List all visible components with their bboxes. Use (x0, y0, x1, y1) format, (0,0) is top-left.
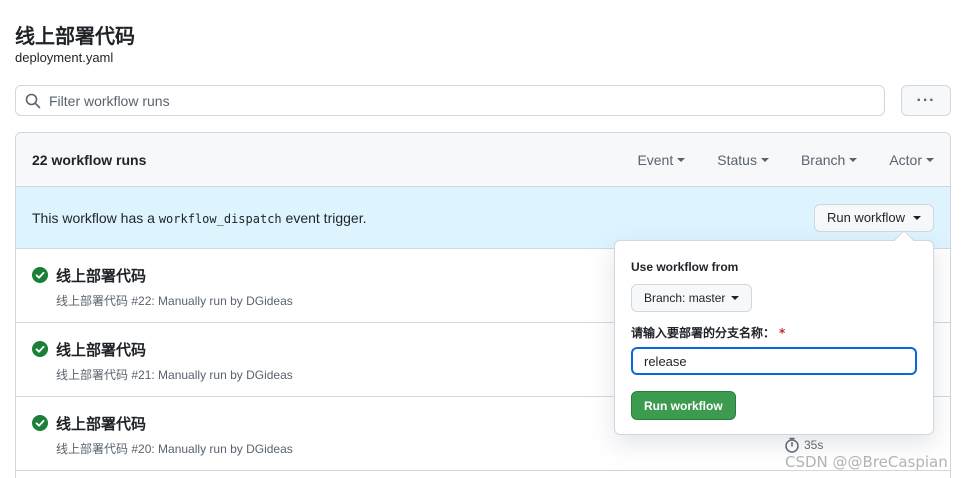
run-title-link[interactable]: 线上部署代码 (56, 413, 146, 434)
run-detail: #20: Manually run by DGideas (128, 442, 293, 456)
status-filter-label: Status (717, 151, 757, 168)
success-check-icon (32, 341, 48, 357)
workflow-runs-count: 22 workflow runs (32, 151, 147, 168)
chevron-down-icon (731, 296, 740, 300)
run-meta: 线上部署代码 #21: Manually run by DGideas (56, 366, 293, 383)
success-check-icon (32, 267, 48, 283)
run-workflow-label: Run workflow (826, 210, 905, 225)
filter-search-box[interactable] (15, 85, 885, 116)
run-duration-value: 35s (804, 438, 824, 452)
more-options-button[interactable]: ··· (901, 85, 951, 116)
page-title: 线上部署代码 (15, 24, 135, 48)
use-workflow-from-label: Use workflow from (631, 260, 739, 274)
run-title-link[interactable]: 线上部署代码 (56, 265, 146, 286)
chevron-down-icon (677, 157, 686, 162)
dispatch-event-code: workflow_dispatch (158, 211, 282, 226)
run-duration: 35s (784, 437, 823, 453)
run-meta: 线上部署代码 #22: Manually run by DGideas (56, 292, 293, 309)
chevron-down-icon (849, 157, 858, 162)
dispatch-text-after: event trigger. (281, 209, 367, 226)
event-filter-dropdown[interactable]: Event (637, 151, 686, 168)
run-workflow-submit-button[interactable]: Run workflow (631, 391, 736, 420)
csdn-watermark: CSDN @@BreCaspian (785, 453, 948, 471)
run-workflow-name: 线上部署代码 (56, 368, 129, 382)
run-title-link[interactable]: 线上部署代码 (56, 339, 146, 360)
stopwatch-icon (785, 437, 799, 453)
chevron-down-icon (913, 215, 921, 220)
branch-name-input[interactable] (631, 347, 917, 375)
branch-filter-dropdown[interactable]: Branch (800, 151, 858, 168)
dispatch-message: This workflow has a workflow_dispatch ev… (32, 210, 814, 226)
filter-workflow-runs-input[interactable] (49, 92, 884, 109)
run-workflow-name: 线上部署代码 (56, 442, 129, 456)
status-filter-dropdown[interactable]: Status (717, 152, 769, 168)
chevron-down-icon (926, 157, 934, 162)
run-meta: 线上部署代码 #20: Manually run by DGideas (56, 440, 293, 457)
event-filter-label: Event (637, 151, 674, 168)
search-icon (25, 93, 41, 108)
workflow-filename: deployment.yaml (15, 50, 114, 65)
run-detail: #22: Manually run by DGideas (128, 294, 293, 308)
branch-select-label: Branch: master (644, 291, 726, 305)
actor-filter-label: Actor (889, 151, 922, 168)
actor-filter-dropdown[interactable]: Actor (889, 152, 934, 168)
branch-name-label-text: 请输入要部署的分支名称： (631, 326, 776, 340)
run-detail: #21: Manually run by DGideas (128, 368, 293, 382)
run-workflow-name: 线上部署代码 (56, 294, 129, 308)
branch-select-button[interactable]: Branch: master (631, 284, 753, 312)
success-check-icon (32, 415, 48, 431)
run-workflow-dropdown-button[interactable]: Run workflow (813, 203, 934, 232)
branch-name-input-label: 请输入要部署的分支名称： * (631, 324, 785, 341)
branch-filter-label: Branch (800, 151, 846, 168)
chevron-down-icon (760, 157, 769, 162)
runs-list-header: 22 workflow runs Event Status Branch Act… (16, 133, 950, 187)
dispatch-text-before: This workflow has a (32, 209, 159, 226)
run-workflow-popover: Use workflow from Branch: master 请输入要部署的… (614, 230, 934, 435)
required-indicator: * (779, 326, 786, 340)
